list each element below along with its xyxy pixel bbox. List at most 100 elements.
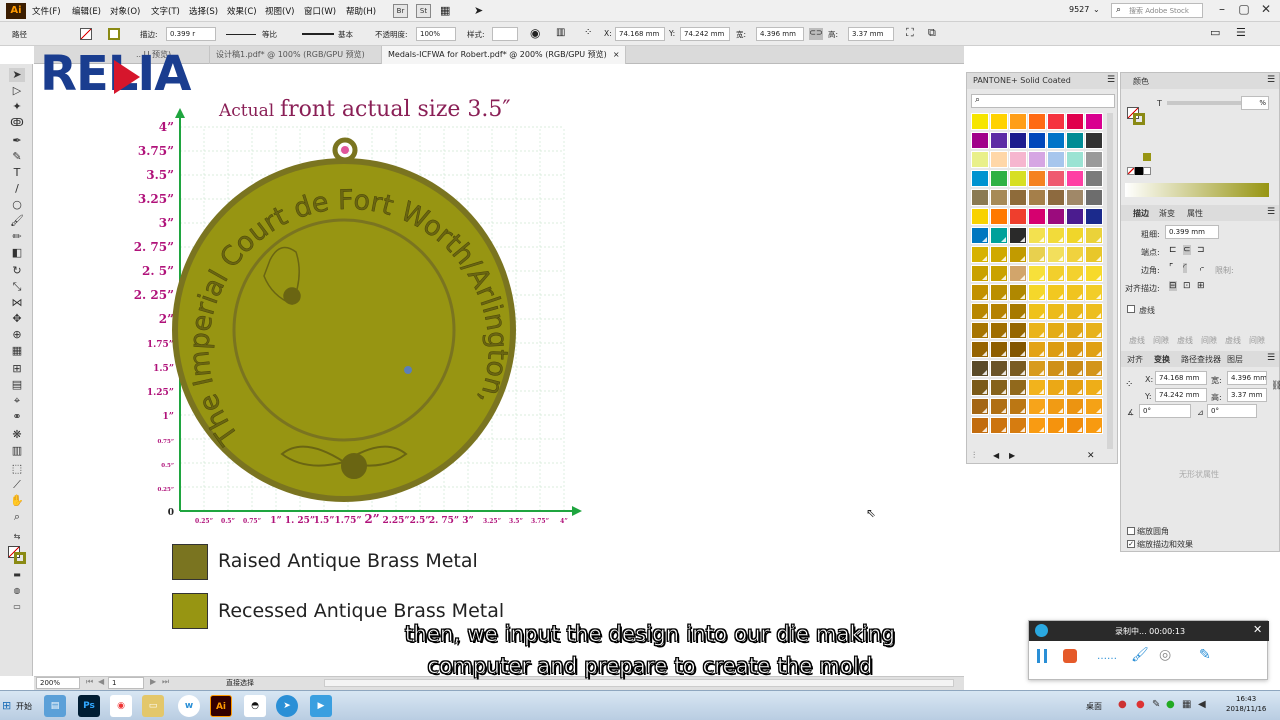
reference-point-icon[interactable]: ⁘ <box>1125 379 1133 390</box>
color-swatch[interactable] <box>1085 284 1103 301</box>
menu-effect[interactable]: 效果(C) <box>227 5 257 17</box>
color-swatch[interactable] <box>1009 132 1027 149</box>
menu-window[interactable]: 窗口(W) <box>304 5 336 17</box>
align-inside-icon[interactable]: ⊡ <box>1183 281 1191 291</box>
doc-tab-3[interactable]: Medals-ICFWA for Robert.pdf* @ 200% (RGB… <box>382 46 626 64</box>
transform-x-input[interactable]: 74.168 mm <box>1155 371 1207 385</box>
stroke-weight-input[interactable]: 0.399 r <box>166 27 216 41</box>
chat-tray-icon[interactable]: ● <box>1136 699 1145 710</box>
round-cap-icon[interactable]: ⊂ <box>1183 245 1191 255</box>
clock-date[interactable]: 2018/11/16 <box>1226 705 1266 713</box>
width-tool-icon[interactable]: ⋈ <box>9 296 25 310</box>
workspace-switcher[interactable]: 9527 <box>1069 5 1089 14</box>
start-button[interactable]: ⊞ 开始 <box>2 695 36 717</box>
color-swatch[interactable] <box>1066 284 1084 301</box>
isolate-icon[interactable]: ⧉ <box>928 26 936 40</box>
color-swatch[interactable] <box>1066 265 1084 282</box>
network-tray-icon[interactable]: ▦ <box>1182 699 1191 710</box>
color-swatch[interactable] <box>1066 341 1084 358</box>
color-swatch[interactable] <box>1066 189 1084 206</box>
color-swatch[interactable] <box>990 113 1008 130</box>
stroke-indicator[interactable] <box>14 552 26 564</box>
fill-swatch[interactable] <box>80 28 92 40</box>
color-swatch[interactable] <box>1085 170 1103 187</box>
color-swatch[interactable] <box>1047 189 1065 206</box>
color-swatch[interactable] <box>1009 189 1027 206</box>
scale-strokes-checkbox[interactable]: ✓ <box>1127 540 1135 548</box>
blend-tool-icon[interactable]: ⚭ <box>9 410 25 424</box>
round-join-icon[interactable]: ◜ <box>1183 263 1187 273</box>
color-swatch[interactable] <box>990 208 1008 225</box>
color-swatch[interactable] <box>990 379 1008 396</box>
rotate-angle-input[interactable]: 0° <box>1139 404 1191 418</box>
color-swatch[interactable] <box>1066 360 1084 377</box>
color-swatch[interactable] <box>1066 417 1084 434</box>
color-swatch[interactable] <box>1047 398 1065 415</box>
first-page-icon[interactable]: ⏮ <box>86 677 93 687</box>
color-swatch[interactable] <box>1047 151 1065 168</box>
paintbrush-tool-icon[interactable]: 🖌 <box>9 214 25 228</box>
transform-y-input[interactable]: 74.242 mm <box>1155 388 1207 402</box>
color-swatch[interactable] <box>1085 360 1103 377</box>
lasso-tool-icon[interactable]: ↂ <box>9 116 25 130</box>
color-swatch[interactable] <box>1085 379 1103 396</box>
reference-point-icon[interactable]: ⁘ <box>584 27 592 38</box>
close-icon[interactable]: ✕ <box>1087 451 1095 461</box>
color-swatch[interactable] <box>1028 284 1046 301</box>
color-swatch[interactable] <box>971 246 989 263</box>
color-swatch[interactable] <box>971 170 989 187</box>
scale-tool-icon[interactable]: ⤡ <box>9 280 25 294</box>
variable-width-profile[interactable]: 等比 <box>262 29 277 40</box>
antivirus-tray-icon[interactable]: ● <box>1118 699 1127 710</box>
color-swatch[interactable] <box>971 151 989 168</box>
rotate-tool-icon[interactable]: ↻ <box>9 264 25 278</box>
color-swatch[interactable] <box>1066 379 1084 396</box>
bevel-join-icon[interactable]: ⌌ <box>1197 263 1204 273</box>
hand-tool-icon[interactable]: ✋ <box>9 494 25 508</box>
color-swatch[interactable] <box>1066 246 1084 263</box>
swatch-grid[interactable] <box>971 113 1105 449</box>
white-swatch[interactable] <box>1143 167 1151 175</box>
scale-corners-checkbox[interactable] <box>1127 527 1135 535</box>
color-swatch[interactable] <box>990 227 1008 244</box>
library-icon[interactable]: ⫶ <box>973 451 975 461</box>
last-page-icon[interactable]: ⏭ <box>162 677 169 687</box>
color-swatch[interactable] <box>990 341 1008 358</box>
color-swatch[interactable] <box>971 265 989 282</box>
color-swatch[interactable] <box>1028 417 1046 434</box>
screen-mode-icon[interactable]: ▭ <box>9 600 25 614</box>
color-swatch[interactable] <box>1066 227 1084 244</box>
color-swatch[interactable] <box>1028 227 1046 244</box>
tab-gradient[interactable]: 渐变 <box>1159 208 1175 219</box>
gradient-tool-icon[interactable]: ▤ <box>9 378 25 392</box>
transform-icon[interactable]: ⛶ <box>906 26 914 40</box>
style-dropdown[interactable] <box>492 27 518 41</box>
type-tool-icon[interactable]: T <box>9 166 25 180</box>
link-icon[interactable]: ⊂⊃ <box>809 28 823 40</box>
color-swatch[interactable] <box>1085 341 1103 358</box>
color-swatch[interactable] <box>1028 208 1046 225</box>
messenger-icon[interactable]: ➤ <box>276 695 298 717</box>
close-icon[interactable]: × <box>613 50 620 59</box>
align-center-icon[interactable]: ⊟ <box>1169 281 1177 291</box>
color-swatch[interactable] <box>1066 113 1084 130</box>
tab-pathfinder[interactable]: 路径查找器 <box>1181 354 1221 365</box>
ellipse-tool-icon[interactable]: ○ <box>9 198 25 212</box>
color-swatch[interactable] <box>1047 360 1065 377</box>
direct-selection-tool-icon[interactable]: ▷ <box>9 84 25 98</box>
next-page-icon[interactable]: ▶ <box>150 677 156 686</box>
send-icon[interactable]: ➤ <box>474 4 483 17</box>
color-swatch[interactable] <box>971 208 989 225</box>
color-swatch[interactable] <box>1085 303 1103 320</box>
swatch-search-input[interactable]: ⌕ <box>971 94 1115 108</box>
w-input[interactable]: 4.396 mm <box>756 27 804 41</box>
pen-tray-icon[interactable]: ✎ <box>1152 699 1160 710</box>
color-swatch[interactable] <box>1009 322 1027 339</box>
color-swatch[interactable] <box>1047 322 1065 339</box>
color-swatch[interactable] <box>971 322 989 339</box>
color-swatch[interactable] <box>1085 265 1103 282</box>
color-swatch[interactable] <box>971 189 989 206</box>
color-swatch[interactable] <box>1047 341 1065 358</box>
page-number[interactable]: 1 <box>108 677 144 689</box>
color-swatch[interactable] <box>1028 398 1046 415</box>
